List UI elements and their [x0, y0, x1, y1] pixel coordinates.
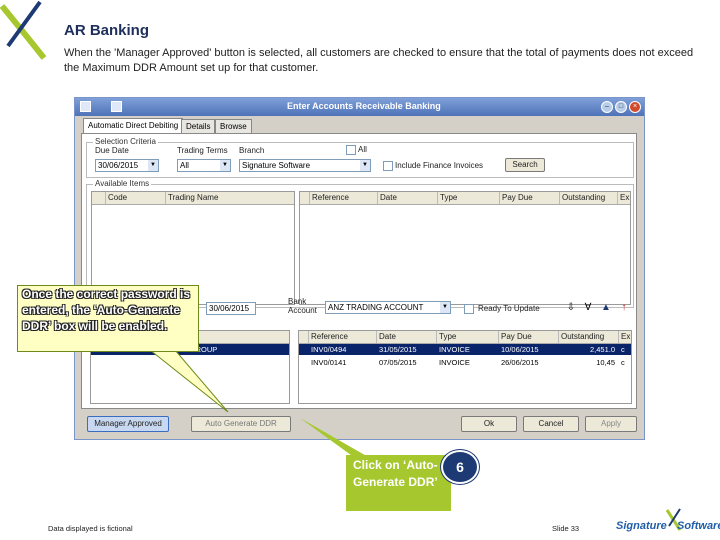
click-callout-text: Click on ‘Auto-Generate DDR’ — [353, 458, 438, 489]
manager-approved-button[interactable]: Manager Approved — [87, 416, 169, 432]
trading-terms-label: Trading Terms — [177, 146, 228, 155]
cancel-button[interactable]: Cancel — [523, 416, 579, 432]
chevron-down-icon[interactable]: ▼ — [360, 160, 370, 171]
column-date[interactable]: Date — [377, 331, 437, 343]
column-pay-due[interactable]: Pay Due — [500, 192, 560, 204]
app-icon — [80, 101, 91, 112]
column-reference[interactable]: Reference — [310, 192, 378, 204]
tab-details[interactable]: Details — [181, 119, 216, 133]
chevron-down-icon[interactable]: ▼ — [220, 160, 230, 171]
column-type[interactable]: Type — [438, 192, 500, 204]
all-label: All — [358, 145, 367, 154]
branch-select[interactable]: Signature Software ▼ — [239, 159, 371, 172]
close-icon[interactable]: × — [629, 101, 641, 113]
move-up-icon[interactable]: ▲ — [600, 302, 612, 314]
window-title: Enter Accounts Receivable Banking — [287, 101, 441, 111]
tab-automatic-direct-debiting[interactable]: Automatic Direct Debiting — [83, 118, 184, 133]
grid-header: Reference Date Type Pay Due Outstanding … — [299, 331, 631, 344]
down-arrow-icon[interactable]: ⇩ — [565, 302, 577, 314]
minimize-icon[interactable]: – — [601, 101, 613, 113]
trading-terms-select[interactable]: All ▼ — [177, 159, 231, 172]
selection-criteria-label: Selection Criteria — [93, 137, 158, 146]
slide-number: Slide 33 — [552, 524, 580, 533]
selected-invoices-grid[interactable]: Reference Date Type Pay Due Outstanding … — [298, 330, 632, 404]
column-reference[interactable]: Reference — [309, 331, 377, 343]
window-titlebar: Enter Accounts Receivable Banking – □ × — [75, 98, 644, 116]
column-code[interactable]: Code — [106, 192, 166, 204]
password-callout-text: Once the correct password is entered, th… — [22, 287, 191, 333]
column-trading-name[interactable]: Trading Name — [166, 192, 294, 204]
printer-icon[interactable] — [111, 101, 122, 112]
red-up-arrow-icon[interactable]: ↑ — [618, 302, 630, 314]
apply-button[interactable]: Apply — [585, 416, 637, 432]
branch-label: Branch — [239, 146, 265, 155]
column-outstanding[interactable]: Outstanding — [560, 192, 618, 204]
bank-account-label: Bank Account — [288, 297, 317, 315]
ar-banking-window: Enter Accounts Receivable Banking – □ × … — [74, 97, 645, 440]
footer-note: Data displayed is fictional — [48, 524, 133, 533]
column-ex[interactable]: Ex — [619, 331, 631, 343]
include-finance-checkbox[interactable] — [383, 161, 393, 171]
due-date-label: Due Date — [95, 146, 129, 155]
all-branches-checkbox[interactable] — [346, 145, 356, 155]
include-finance-label: Include Finance Invoices — [395, 161, 484, 170]
column-type[interactable]: Type — [437, 331, 499, 343]
selection-criteria-group: Selection Criteria Due Date 30/06/2015 ▼… — [86, 137, 634, 178]
slide-description: When the 'Manager Approved' button is se… — [64, 47, 694, 74]
ready-to-update-label: Ready To Update — [478, 304, 540, 313]
column-ex[interactable]: Ex — [618, 192, 630, 204]
chevron-down-icon[interactable]: ▼ — [440, 302, 450, 313]
bank-account-select[interactable]: ANZ TRADING ACCOUNT ▼ — [325, 301, 451, 314]
grid-header: Code Trading Name — [92, 192, 294, 205]
tab-browse[interactable]: Browse — [215, 119, 252, 133]
grid-header: Reference Date Type Pay Due Outstanding … — [300, 192, 630, 205]
main-panel: Selection Criteria Due Date 30/06/2015 ▼… — [81, 133, 637, 409]
banking-date-field[interactable]: 30/06/2015 — [206, 302, 256, 315]
brand-software: Software — [677, 520, 720, 532]
auto-generate-ddr-button[interactable]: Auto Generate DDR — [191, 416, 291, 432]
calendar-dropdown-icon[interactable]: ▼ — [148, 160, 158, 171]
slide-title: AR Banking — [64, 22, 150, 39]
maximize-icon[interactable]: □ — [615, 101, 627, 113]
ok-button[interactable]: Ok — [461, 416, 517, 432]
column-date[interactable]: Date — [378, 192, 438, 204]
search-button[interactable]: Search — [505, 158, 545, 172]
signature-x-logo — [0, 0, 47, 60]
available-invoices-grid[interactable]: Reference Date Type Pay Due Outstanding … — [299, 191, 631, 305]
table-row[interactable]: INV0/0494 31/05/2015 INVOICE 10/06/2015 … — [299, 344, 631, 355]
table-row[interactable]: INV0/0141 — [309, 357, 377, 368]
due-date-field[interactable]: 30/06/2015 ▼ — [95, 159, 159, 172]
step-number-badge: 6 — [441, 450, 479, 484]
brand-signature: Signature — [616, 520, 667, 532]
column-pay-due[interactable]: Pay Due — [499, 331, 559, 343]
select-all-icon[interactable]: ∀ — [582, 302, 594, 314]
available-items-label: Available Items — [93, 179, 152, 188]
ready-to-update-checkbox[interactable] — [464, 304, 474, 314]
column-outstanding[interactable]: Outstanding — [559, 331, 619, 343]
